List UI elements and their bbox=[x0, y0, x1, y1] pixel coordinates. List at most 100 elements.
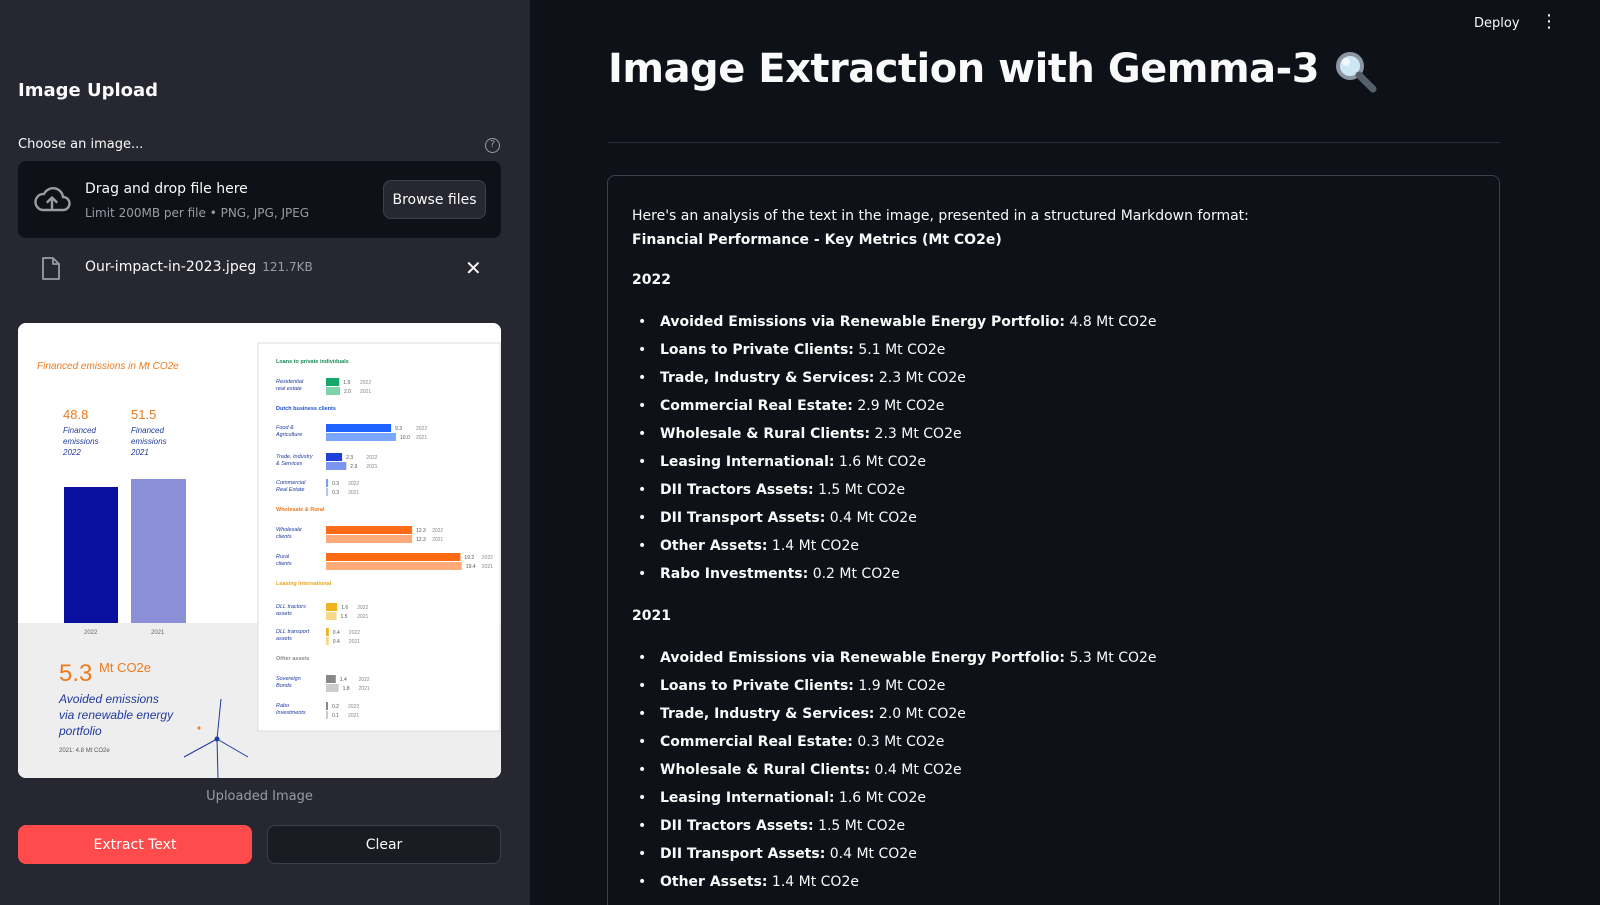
list-item-label: Avoided Emissions via Renewable Energy P… bbox=[660, 650, 1066, 666]
img-row-bar-2021 bbox=[326, 684, 339, 692]
img-row-value: 19.2 bbox=[464, 555, 474, 561]
img-row-year: 2021 bbox=[482, 564, 493, 570]
result-heading: Financial Performance - Key Metrics (Mt … bbox=[632, 232, 1002, 248]
img-row-label: clients bbox=[276, 534, 292, 540]
img-row-label: real estate bbox=[276, 386, 302, 392]
list-item-value: 0.2 Mt CO2e bbox=[808, 566, 900, 582]
img-row-year: 2021 bbox=[416, 435, 427, 441]
page-title: Image Extraction with Gemma-3 bbox=[608, 46, 1377, 93]
list-item: Other Assets: 1.4 Mt CO2e bbox=[632, 868, 1472, 896]
img-row-value: 2.9 bbox=[350, 464, 357, 470]
img-row-value: 0.2 bbox=[332, 704, 339, 710]
list-item-label: DII Tractors Assets: bbox=[660, 818, 814, 834]
img-row-label: & Services bbox=[276, 461, 303, 467]
img-row-value: 0.3 bbox=[332, 490, 339, 496]
img-stat-2021-l3: 2021 bbox=[130, 448, 149, 457]
file-name-text: Our-impact-in-2023.jpeg bbox=[85, 259, 257, 275]
img-bar-2021-label: 2021 bbox=[151, 630, 165, 636]
file-uploader-label: Choose an image... bbox=[18, 137, 144, 152]
img-row-bar-2022 bbox=[326, 702, 328, 710]
img-stat-2022-l1: Financed bbox=[63, 426, 96, 435]
img-row-label: DLL tractors bbox=[276, 604, 306, 610]
question-circle-icon[interactable]: ? bbox=[485, 138, 500, 153]
img-row-bar-2021 bbox=[326, 488, 329, 496]
list-item-value: 2.0 Mt CO2e bbox=[874, 706, 966, 722]
kebab-menu-icon[interactable]: ⋮ bbox=[1540, 13, 1558, 31]
deploy-button[interactable]: Deploy bbox=[1468, 14, 1526, 33]
img-row-bar-2022 bbox=[326, 453, 343, 461]
image-caption: Uploaded Image bbox=[206, 789, 313, 804]
img-row-value: 0.3 bbox=[332, 481, 339, 487]
list-item-label: DII Tractors Assets: bbox=[660, 482, 814, 498]
list-item: Commercial Real Estate: 2.9 Mt CO2e bbox=[632, 392, 1472, 420]
img-row-bar-2021 bbox=[326, 637, 329, 645]
clear-button[interactable]: Clear bbox=[267, 825, 501, 864]
img-section-label: Leasing International bbox=[276, 581, 332, 587]
list-item: Wholesale & Rural Clients: 0.4 Mt CO2e bbox=[632, 756, 1472, 784]
list-item: Other Assets: 1.4 Mt CO2e bbox=[632, 532, 1472, 560]
dropzone-instructions: Drag and drop file here bbox=[85, 181, 248, 197]
list-item-value: 5.1 Mt CO2e bbox=[853, 342, 946, 358]
list-item-value: 4.8 Mt CO2e bbox=[1065, 314, 1157, 330]
img-row-bar-2022 bbox=[326, 479, 329, 487]
img-bar-2022 bbox=[64, 487, 118, 623]
img-row-value: 9.3 bbox=[395, 426, 402, 432]
img-avoided-l2: via renewable energy bbox=[59, 708, 174, 722]
result-intro: Here's an analysis of the text in the im… bbox=[632, 208, 1249, 224]
img-row-bar-2021 bbox=[326, 387, 340, 395]
img-row-value: 12.3 bbox=[416, 528, 426, 534]
img-row-year: 2021 bbox=[348, 490, 359, 496]
img-avoided-2021: 2021: 4.8 Mt CO2e bbox=[59, 748, 110, 754]
page-title-text: Image Extraction with Gemma-3 bbox=[608, 46, 1320, 92]
list-item: Rabo Investments: 0.2 Mt CO2e bbox=[632, 560, 1472, 588]
list-item: Trade, Industry & Services: 2.0 Mt CO2e bbox=[632, 700, 1472, 728]
browse-files-button[interactable]: Browse files bbox=[383, 180, 486, 219]
img-row-year: 2021 bbox=[349, 639, 360, 645]
list-item: Loans to Private Clients: 5.1 Mt CO2e bbox=[632, 336, 1472, 364]
list-item-label: Loans to Private Clients: bbox=[660, 342, 854, 358]
img-row-bar-2022 bbox=[326, 378, 340, 386]
img-row-label: Sovereign bbox=[276, 676, 301, 682]
img-row-bar-2021 bbox=[326, 433, 396, 441]
img-row-label: Investments bbox=[276, 710, 306, 716]
img-row-year: 2022 bbox=[482, 555, 493, 561]
list-item: DII Tractors Assets: 1.5 Mt CO2e bbox=[632, 812, 1472, 840]
list-item-label: DII Transport Assets: bbox=[660, 846, 826, 862]
img-row-year: 2022 bbox=[348, 704, 359, 710]
extract-text-button[interactable]: Extract Text bbox=[18, 825, 252, 864]
img-stat-2022-l3: 2022 bbox=[62, 448, 81, 457]
list-item-value: 2.3 Mt CO2e bbox=[874, 370, 966, 386]
img-row-year: 2021 bbox=[432, 537, 443, 543]
list-item-label: Other Assets: bbox=[660, 874, 768, 890]
img-row-bar-2022 bbox=[326, 628, 329, 636]
list-item: Leasing International: 1.6 Mt CO2e bbox=[632, 784, 1472, 812]
img-row-year: 2021 bbox=[360, 389, 371, 395]
list-item: Avoided Emissions via Renewable Energy P… bbox=[632, 308, 1472, 336]
img-row-year: 2021 bbox=[348, 713, 359, 719]
list-item-value: 2.3 Mt CO2e bbox=[870, 426, 962, 442]
list-item: Commercial Real Estate: 0.3 Mt CO2e bbox=[632, 728, 1472, 756]
remove-file-icon[interactable]: ✕ bbox=[465, 256, 482, 280]
list-item-value: 1.6 Mt CO2e bbox=[834, 454, 926, 470]
sidebar-title: Image Upload bbox=[18, 80, 159, 101]
img-stat-2021-l2: emissions bbox=[131, 437, 167, 446]
img-section-label: Wholesale & Rural bbox=[276, 507, 325, 513]
list-item-value: 0.4 Mt CO2e bbox=[870, 762, 962, 778]
file-name: Our-impact-in-2023.jpeg 121.7KB bbox=[85, 259, 313, 275]
file-size: 121.7KB bbox=[262, 260, 313, 274]
file-dropzone[interactable]: Drag and drop file here Limit 200MB per … bbox=[18, 161, 501, 238]
result-content: Here's an analysis of the text in the im… bbox=[632, 204, 1472, 896]
uploaded-image: Financed emissions in Mt CO2e 48.8 Finan… bbox=[18, 323, 501, 778]
img-row-label: Real Estate bbox=[276, 487, 304, 493]
title-divider bbox=[608, 142, 1500, 143]
img-row-bar-2021 bbox=[326, 562, 462, 570]
list-item-value: 0.4 Mt CO2e bbox=[825, 510, 917, 526]
img-row-bar-2022 bbox=[326, 424, 392, 432]
img-bar-2021 bbox=[131, 479, 186, 623]
img-row-value: 1.9 bbox=[343, 380, 350, 386]
img-row-value: 1.5 bbox=[341, 614, 348, 620]
img-row-label: Wholesale bbox=[276, 527, 302, 533]
img-stat-2021-l1: Financed bbox=[131, 426, 164, 435]
img-section-label: Other assets bbox=[276, 656, 309, 662]
list-item: Leasing International: 1.6 Mt CO2e bbox=[632, 448, 1472, 476]
